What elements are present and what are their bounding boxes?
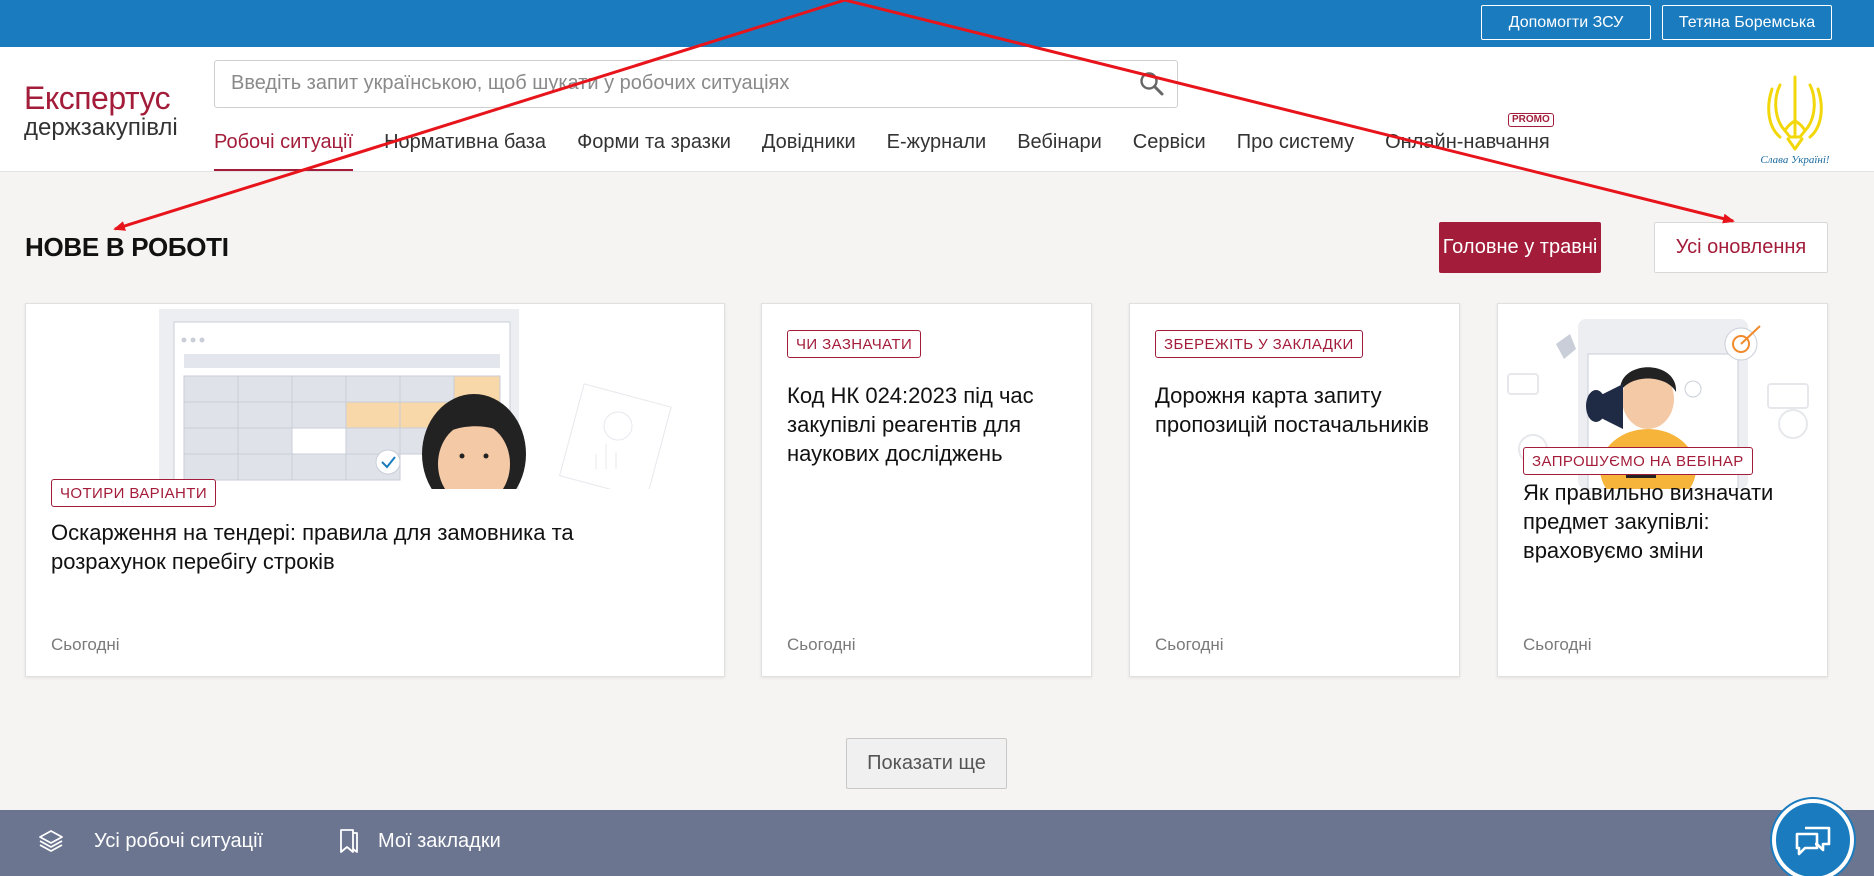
- news-card[interactable]: ЧИ ЗАЗНАЧАТИ Код НК 024:2023 під час зак…: [761, 303, 1092, 677]
- nav-item-work-situations[interactable]: Робочі ситуації: [214, 131, 354, 171]
- nav-item-e-journals[interactable]: Е-журнали: [887, 131, 987, 171]
- main-nav: Робочі ситуації Нормативна база Форми та…: [214, 113, 1554, 171]
- all-work-situations-label: Усі робочі ситуації: [94, 829, 264, 852]
- card-date: Сьогодні: [1523, 635, 1592, 654]
- nav-item-webinars[interactable]: Вебінари: [1017, 131, 1102, 171]
- card-tag: ЗАПРОШУЄМО НА ВЕБІНАР: [1523, 447, 1753, 475]
- card-tag: ЧИ ЗАЗНАЧАТИ: [787, 330, 922, 358]
- ukraine-emblem: Слава Україні!: [1740, 67, 1850, 167]
- card-title[interactable]: Як правильно визначати предмет закупівлі…: [1523, 478, 1813, 565]
- card-date: Сьогодні: [787, 635, 856, 654]
- news-card[interactable]: ЗБЕРЕЖІТЬ У ЗАКЛАДКИ Дорожня карта запит…: [1129, 303, 1460, 677]
- promo-badge: PROMO: [1507, 113, 1554, 127]
- card-title[interactable]: Код НК 024:2023 під час закупівлі реаген…: [787, 381, 1077, 468]
- header: Експертус держзакупівлі Робочі ситуації …: [0, 47, 1874, 172]
- bottom-bar: Усі робочі ситуації Мої закладки: [0, 810, 1874, 876]
- search-box: [214, 60, 1178, 108]
- all-work-situations-link[interactable]: Усі робочі ситуації: [38, 828, 263, 854]
- layers-icon: [39, 830, 63, 852]
- card-illustration-spreadsheet: [26, 304, 724, 489]
- my-bookmarks-link[interactable]: Мої закладки: [338, 828, 501, 854]
- trident-icon: Слава Україні!: [1760, 75, 1830, 166]
- main-in-may-button[interactable]: Головне у травні: [1439, 222, 1601, 273]
- nav-item-online-learning[interactable]: Онлайн-навчання PROMO: [1385, 113, 1554, 171]
- card-date: Сьогодні: [51, 635, 120, 654]
- nav-item-online-learning-label: Онлайн-навчання: [1385, 131, 1550, 153]
- logo-subtitle: держзакупівлі: [24, 114, 178, 141]
- user-profile-button[interactable]: Тетяна Боремська: [1662, 5, 1832, 40]
- card-title[interactable]: Дорожня карта запиту пропозицій постачал…: [1155, 381, 1445, 439]
- logo-title: Експертус: [24, 80, 171, 116]
- chat-button[interactable]: [1772, 799, 1854, 876]
- nav-item-normative-base[interactable]: Нормативна база: [384, 131, 546, 171]
- top-bar: Допомогти ЗСУ Тетяна Боремська: [0, 0, 1874, 47]
- nav-item-forms[interactable]: Форми та зразки: [577, 131, 731, 171]
- help-zsu-button[interactable]: Допомогти ЗСУ: [1481, 5, 1651, 40]
- search-input[interactable]: [215, 61, 1115, 105]
- card-tag: ЗБЕРЕЖІТЬ У ЗАКЛАДКИ: [1155, 330, 1363, 358]
- nav-item-about[interactable]: Про систему: [1237, 131, 1354, 171]
- chat-icon: [1795, 826, 1831, 856]
- card-date: Сьогодні: [1155, 635, 1224, 654]
- bookmark-icon: [340, 829, 358, 853]
- emblem-caption: Слава Україні!: [1760, 154, 1830, 166]
- card-tag: ЧОТИРИ ВАРІАНТИ: [51, 479, 217, 507]
- all-updates-button[interactable]: Усі оновлення: [1654, 222, 1828, 273]
- search-icon[interactable]: [1139, 71, 1165, 97]
- nav-item-services[interactable]: Сервіси: [1133, 131, 1206, 171]
- section-title: НОВЕ В РОБОТІ: [25, 232, 229, 262]
- news-card[interactable]: ЧОТИРИ ВАРІАНТИ Оскарження на тендері: п…: [25, 303, 725, 677]
- card-title[interactable]: Оскарження на тендері: правила для замов…: [51, 518, 691, 576]
- nav-item-references[interactable]: Довідники: [762, 131, 856, 171]
- show-more-button[interactable]: Показати ще: [846, 738, 1007, 789]
- my-bookmarks-label: Мої закладки: [378, 829, 501, 852]
- site-logo[interactable]: Експертус держзакупівлі: [24, 81, 184, 141]
- news-card[interactable]: ЗАПРОШУЄМО НА ВЕБІНАР Як правильно визна…: [1497, 303, 1828, 677]
